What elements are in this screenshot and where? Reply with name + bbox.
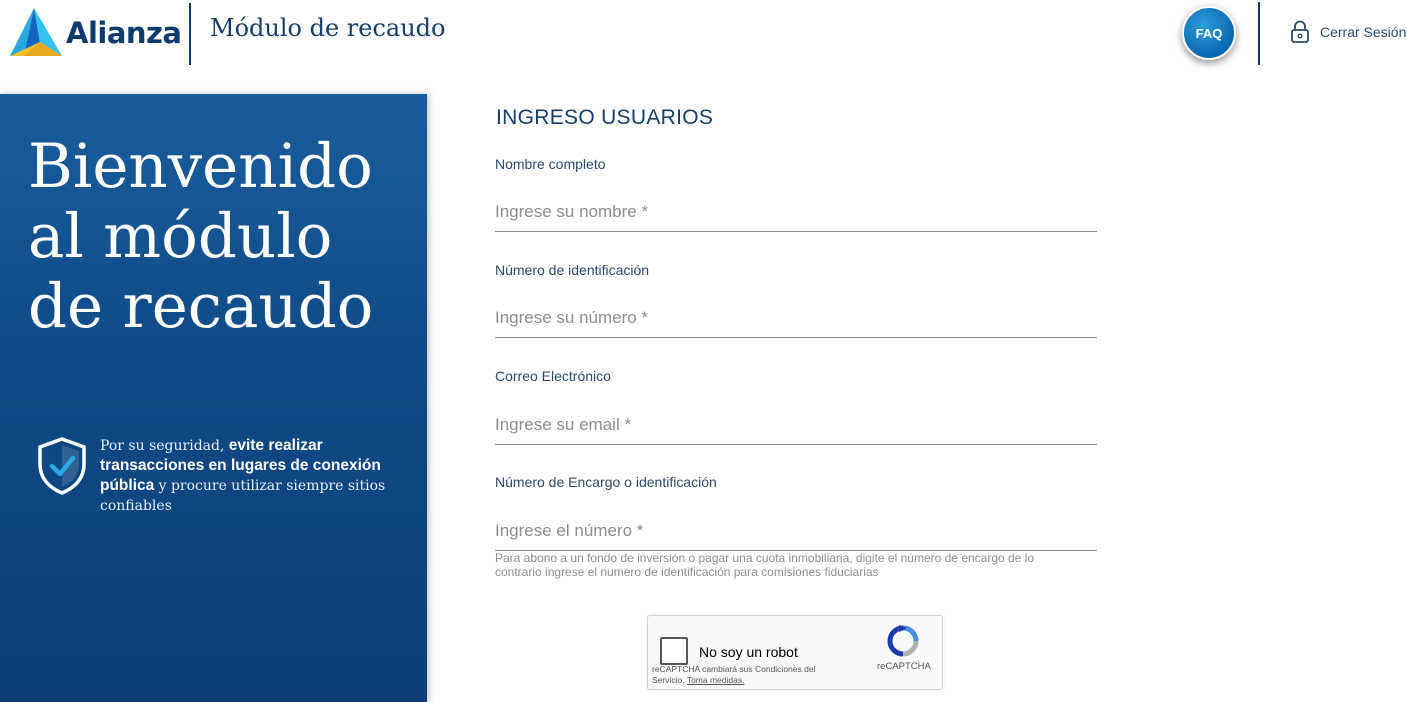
lock-icon — [1291, 20, 1309, 43]
email-input[interactable] — [495, 410, 1097, 445]
encargo-label: Número de Encargo o identificación — [495, 474, 717, 490]
header-divider-right — [1258, 2, 1260, 65]
logout-button[interactable]: Cerrar Sesión — [1290, 20, 1406, 44]
name-input[interactable] — [495, 197, 1097, 232]
id-number-input[interactable] — [495, 303, 1097, 338]
welcome-heading: Bienvenido al módulo de recaudo — [28, 131, 374, 342]
header: Alianza Módulo de recaudo FAQ Cerrar Ses… — [0, 0, 1407, 92]
id-field-group: Número de identificación — [495, 262, 1097, 338]
email-label: Correo Electrónico — [495, 368, 611, 384]
recaptcha-checkbox[interactable] — [660, 637, 688, 665]
alianza-logo-icon — [10, 8, 62, 56]
security-prefix: Por su seguridad, — [100, 438, 225, 454]
recaptcha-brand: reCAPTCHA — [877, 661, 931, 672]
encargo-input[interactable] — [495, 516, 1097, 551]
form-title: INGRESO USUARIOS — [496, 106, 714, 129]
encargo-field-group: Número de Encargo o identificación — [495, 474, 1097, 551]
recaptcha-widget: No soy un robot reCAPTCHA cambiará sus C… — [647, 615, 943, 690]
logout-label: Cerrar Sesión — [1320, 24, 1407, 40]
recaptcha-label: No soy un robot — [699, 644, 798, 660]
brand-name: Alianza — [66, 16, 182, 50]
id-number-label: Número de identificación — [495, 262, 650, 278]
security-text: Por su seguridad, evite realizar transac… — [100, 436, 400, 516]
recaptcha-terms: reCAPTCHA cambiará sus Condiciones del S… — [652, 664, 842, 686]
email-field-group: Correo Electrónico — [495, 368, 1097, 445]
header-divider — [189, 3, 191, 65]
welcome-panel: Bienvenido al módulo de recaudo Por su s… — [0, 94, 427, 702]
recaptcha-terms-link[interactable]: Toma medidas. — [687, 675, 745, 685]
name-field-group: Nombre completo — [495, 156, 1097, 232]
brand-logo[interactable]: Alianza — [10, 8, 182, 58]
recaptcha-icon — [887, 625, 919, 657]
security-notice: Por su seguridad, evite realizar transac… — [36, 436, 400, 516]
shield-check-icon — [38, 437, 86, 495]
faq-button[interactable]: FAQ — [1182, 6, 1236, 60]
encargo-help-text: Para abono a un fondo de inversión o pag… — [495, 551, 1035, 579]
page-title: Módulo de recaudo — [210, 14, 446, 42]
name-label: Nombre completo — [495, 156, 606, 172]
